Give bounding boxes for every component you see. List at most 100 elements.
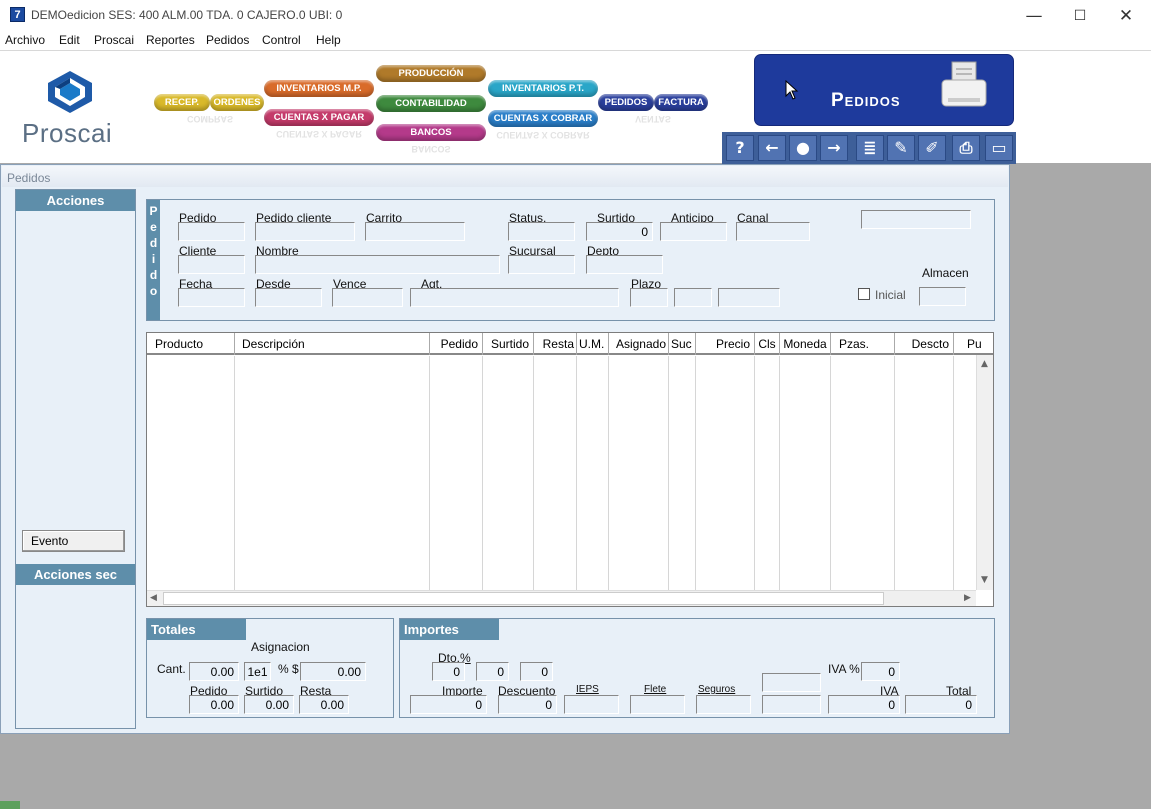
inicial-checkbox[interactable] [858, 288, 870, 300]
plazo-field-2[interactable] [674, 288, 712, 307]
cuentas-cobrar-button[interactable]: CUENTAS X COBRAR [488, 110, 598, 127]
contabilidad-button[interactable]: CONTABILIDAD [376, 95, 486, 112]
iva-pct-field[interactable]: 0 [861, 662, 900, 681]
search-icon[interactable]: ● [789, 135, 817, 161]
cliente-field[interactable] [178, 255, 245, 274]
side-letter: d [149, 236, 158, 250]
sucursal-field[interactable] [508, 255, 575, 274]
horizontal-scrollbar[interactable]: ◀ ▶ [147, 590, 976, 606]
pedido-field[interactable] [178, 222, 245, 241]
col-resta[interactable]: Resta [534, 333, 577, 355]
side-letter: e [150, 220, 157, 234]
nombre-field[interactable] [255, 255, 500, 274]
col-um[interactable]: U.M. [577, 333, 609, 355]
col-suc[interactable]: Suc [669, 333, 696, 355]
agt-field[interactable] [410, 288, 619, 307]
pct-field[interactable]: 0.00 [300, 662, 366, 681]
help-icon[interactable]: ? [726, 135, 754, 161]
iva-field[interactable]: 0 [828, 695, 900, 714]
pct-label: % $ [278, 662, 299, 676]
col-descripcion[interactable]: Descripción [235, 333, 430, 355]
dto2-field[interactable]: 0 [476, 662, 509, 681]
inventarios-pt-button[interactable]: INVENTARIOS P.T. [488, 80, 598, 97]
factura-button[interactable]: FACTURA [654, 94, 708, 111]
pedido-cliente-field[interactable] [255, 222, 355, 241]
pencil-icon[interactable]: ✐ [918, 135, 946, 161]
flete-field[interactable] [630, 695, 685, 714]
pedidos-nav-button[interactable]: PEDIDOS [598, 94, 654, 111]
extra-field[interactable] [861, 210, 971, 229]
evento-button[interactable]: Evento [22, 530, 125, 552]
scroll-right-icon[interactable]: ▶ [964, 593, 971, 603]
desde-field[interactable] [255, 288, 322, 307]
menu-pedidos[interactable]: Pedidos [206, 33, 249, 47]
totales-pedido-field[interactable]: 0.00 [189, 695, 239, 714]
menu-help[interactable]: Help [316, 33, 341, 47]
canal-field[interactable] [736, 222, 810, 241]
tei-field[interactable]: 1e1 [244, 662, 271, 681]
edit-doc-icon[interactable]: ✎ [887, 135, 915, 161]
cuentas-pagar-button[interactable]: CUENTAS X PAGAR [264, 109, 374, 126]
col-cls[interactable]: Cls [755, 333, 780, 355]
print-icon[interactable]: ⎙ [952, 135, 980, 161]
window-icon[interactable]: ▭ [985, 135, 1013, 161]
printer-icon [941, 61, 987, 107]
menu-archivo[interactable]: Archivo [5, 33, 45, 47]
plazo-field[interactable] [630, 288, 668, 307]
inicial-label: Inicial [875, 288, 906, 302]
ordenes-button[interactable]: ORDENES [210, 94, 264, 111]
close-button[interactable]: ✕ [1103, 2, 1149, 30]
cant-field[interactable]: 0.00 [189, 662, 239, 681]
col-moneda[interactable]: Moneda [780, 333, 831, 355]
importe-field[interactable]: 0 [410, 695, 487, 714]
col-precio[interactable]: Precio [696, 333, 755, 355]
extra-importe-field[interactable] [762, 673, 821, 692]
vence-field[interactable] [332, 288, 403, 307]
minimize-button[interactable]: — [1011, 2, 1057, 30]
menu-control[interactable]: Control [262, 33, 301, 47]
descuento-field[interactable]: 0 [498, 695, 557, 714]
list-icon[interactable]: ≣ [856, 135, 884, 161]
col-surtido[interactable]: Surtido [483, 333, 534, 355]
extra-importe-field-2[interactable] [762, 695, 821, 714]
menu-bar: Archivo Edit Proscai Reportes Pedidos Co… [0, 31, 1151, 51]
carrito-field[interactable] [365, 222, 465, 241]
scroll-thumb[interactable] [163, 592, 884, 605]
vertical-scrollbar[interactable]: ▲ ▼ [976, 355, 993, 590]
bancos-button[interactable]: BANCOS [376, 124, 486, 141]
seguros-field[interactable] [696, 695, 751, 714]
inventarios-mp-button[interactable]: INVENTARIOS M.P. [264, 80, 374, 97]
proscai-logo-icon [48, 71, 92, 113]
col-pedido[interactable]: Pedido [430, 333, 483, 355]
menu-proscai[interactable]: Proscai [94, 33, 134, 47]
almacen-field[interactable] [919, 287, 966, 306]
col-pu[interactable]: Pu [954, 333, 993, 355]
maximize-button[interactable]: ☐ [1057, 2, 1103, 30]
recep-button[interactable]: RECEP. [154, 94, 210, 111]
depto-field[interactable] [586, 255, 663, 274]
anticipo-field[interactable] [660, 222, 727, 241]
totales-resta-field[interactable]: 0.00 [299, 695, 349, 714]
col-pzas[interactable]: Pzas. [831, 333, 895, 355]
total-field[interactable]: 0 [905, 695, 977, 714]
menu-reportes[interactable]: Reportes [146, 33, 195, 47]
arrow-right-icon[interactable]: → [820, 135, 848, 161]
totales-surtido-field[interactable]: 0.00 [244, 695, 294, 714]
banner-title: Pedidos [831, 90, 901, 111]
col-descto[interactable]: Descto [895, 333, 954, 355]
ieps-field[interactable] [564, 695, 619, 714]
arrow-left-icon[interactable]: ← [758, 135, 786, 161]
produccion-button[interactable]: PRODUCCIÓN [376, 65, 486, 82]
dto3-field[interactable]: 0 [520, 662, 553, 681]
scroll-down-icon[interactable]: ▼ [981, 575, 988, 585]
fecha-field[interactable] [178, 288, 245, 307]
scroll-up-icon[interactable]: ▲ [981, 359, 988, 369]
plazo-field-3[interactable] [718, 288, 780, 307]
scroll-left-icon[interactable]: ◀ [150, 593, 157, 603]
col-asignado[interactable]: Asignado [609, 333, 669, 355]
surtido-field[interactable]: 0 [586, 222, 653, 241]
col-producto[interactable]: Producto [147, 333, 235, 355]
menu-edit[interactable]: Edit [59, 33, 80, 47]
status-field[interactable] [508, 222, 575, 241]
dto1-field[interactable]: 0 [432, 662, 465, 681]
